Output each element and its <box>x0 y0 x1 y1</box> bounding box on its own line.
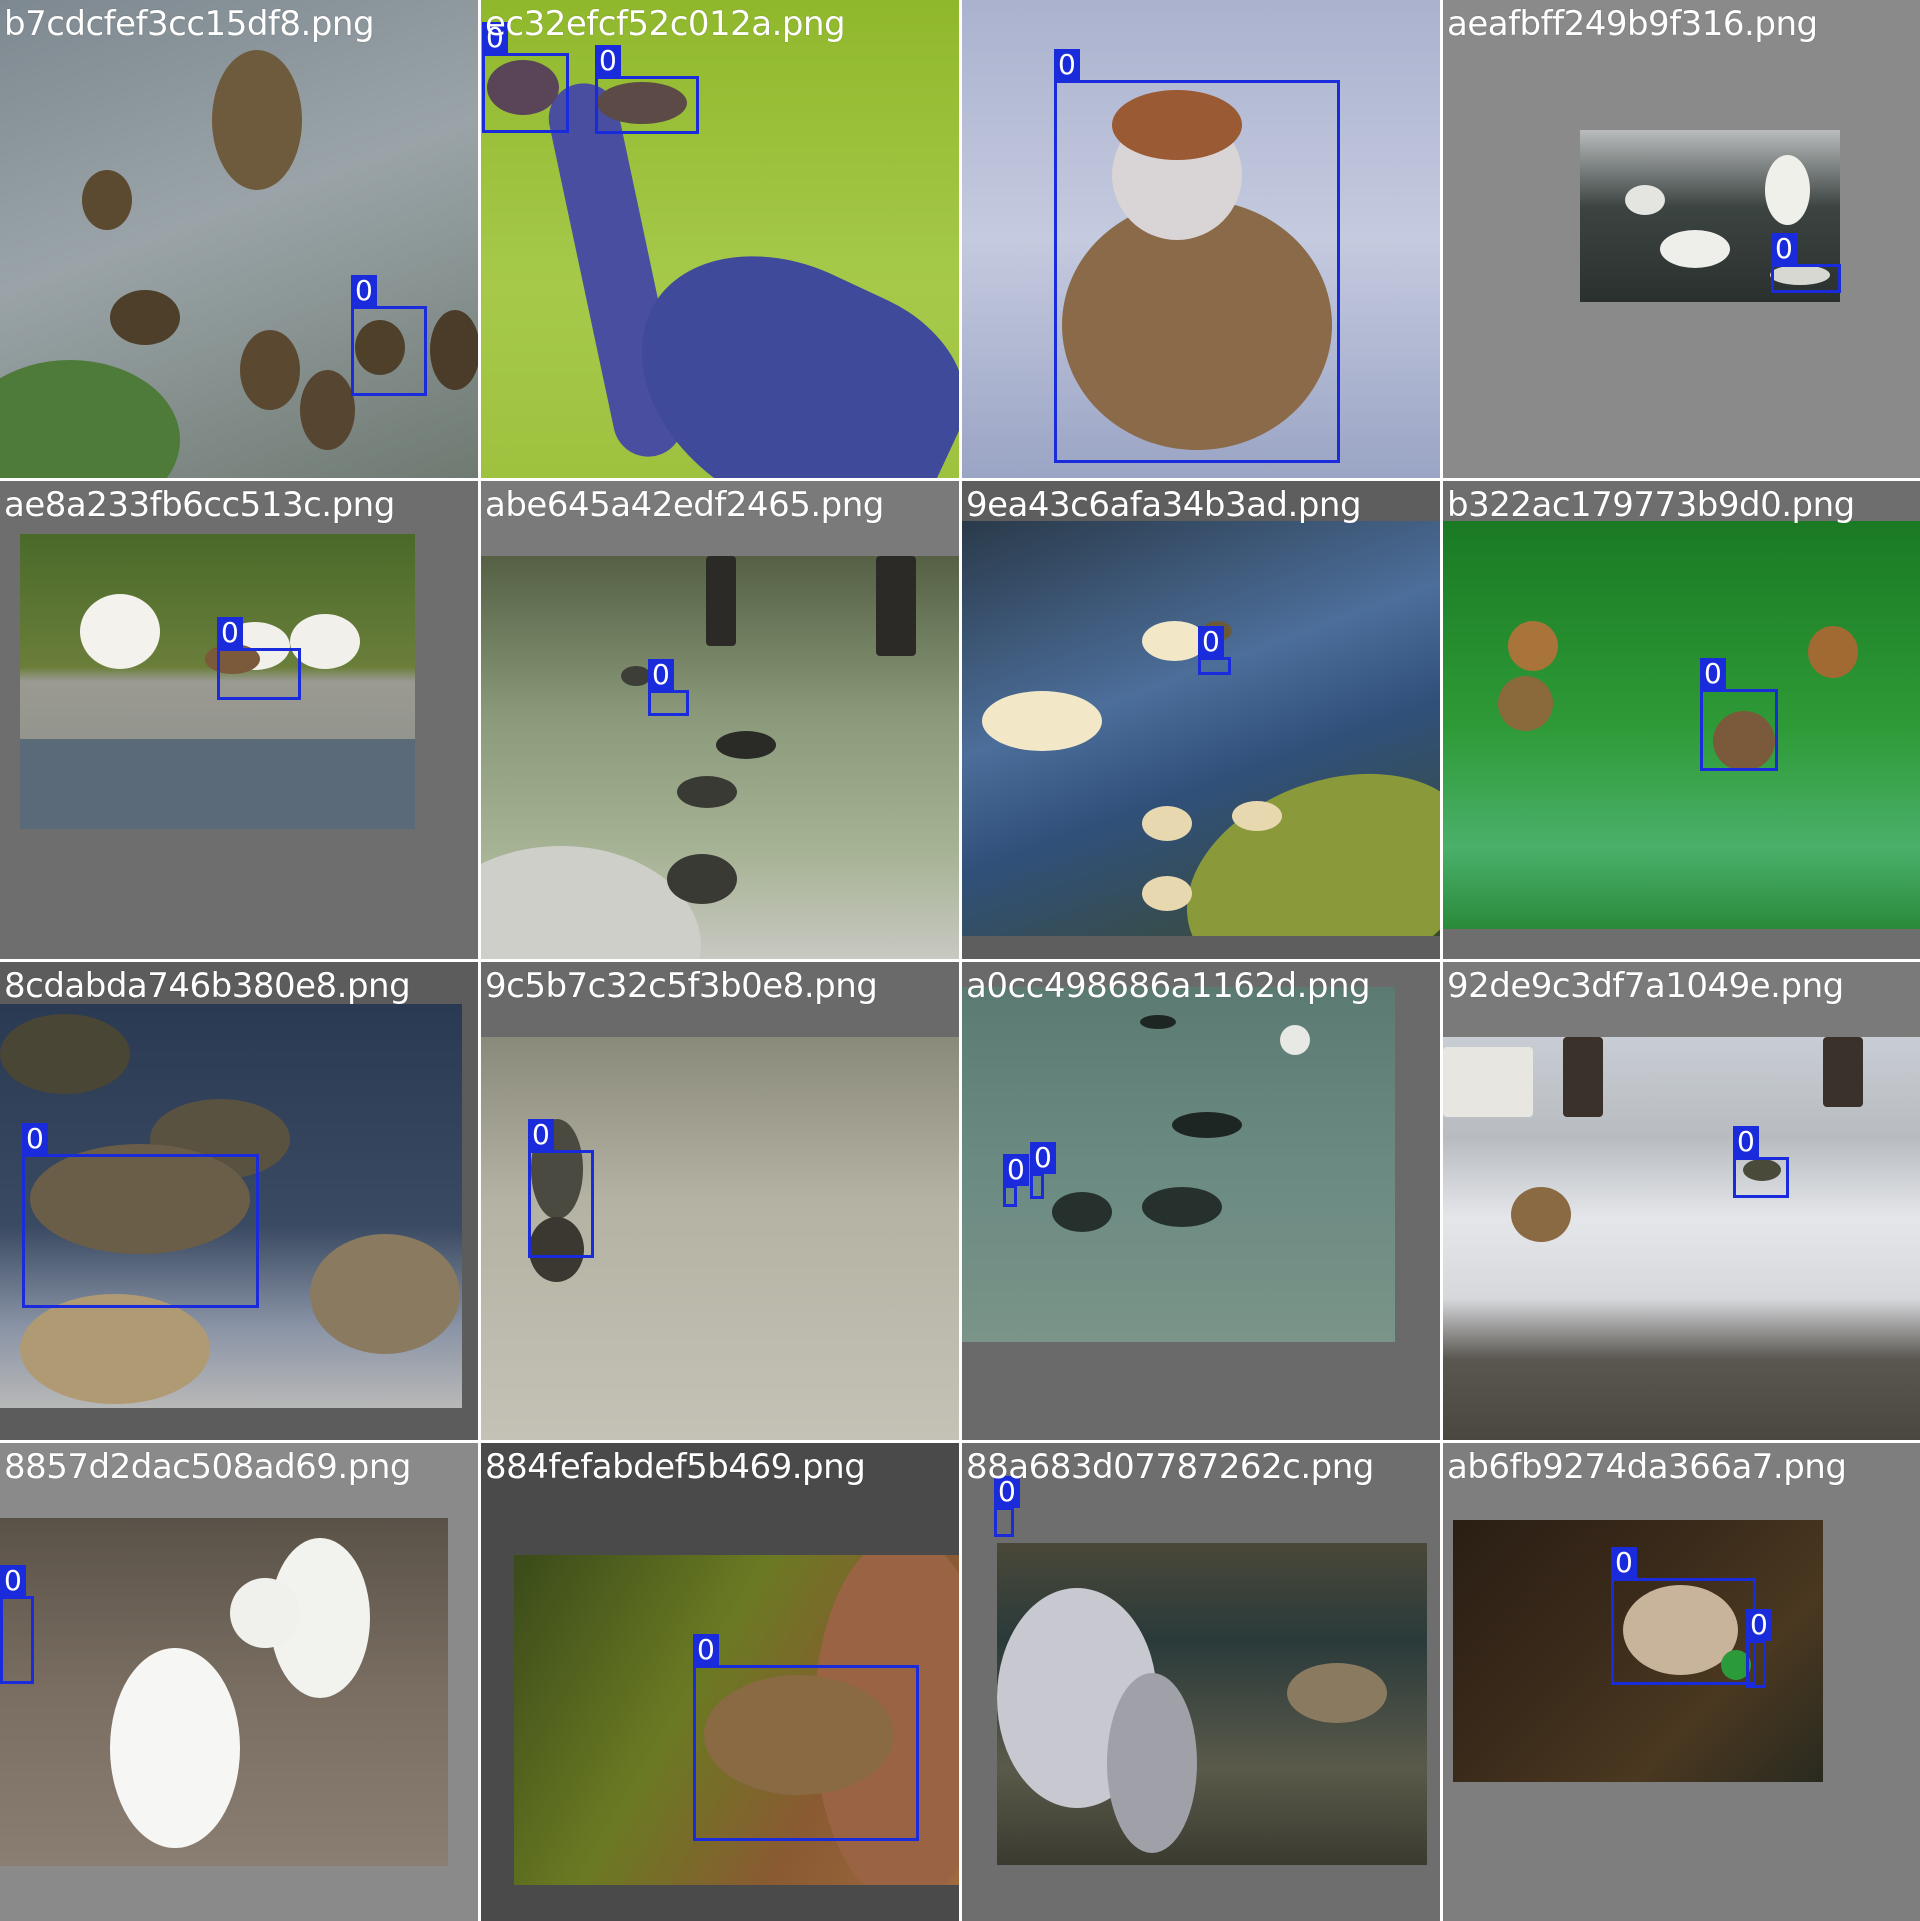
box-label: 0 <box>693 1634 719 1666</box>
tile-filename: 884fefabdef5b469.png <box>485 1447 866 1487</box>
bounding-box: 0 <box>1198 626 1231 675</box>
box-label: 0 <box>22 1123 48 1155</box>
box-label: 0 <box>1746 1609 1772 1641</box>
bounding-box: 0 <box>1746 1609 1772 1688</box>
tile: 0 9c5b7c32c5f3b0e8.png <box>481 962 959 1440</box>
bounding-box: 0 <box>528 1119 594 1258</box>
tile-filename: ec32efcf52c012a.png <box>485 4 846 44</box>
tile-filename: abe645a42edf2465.png <box>485 485 884 525</box>
bounding-box: 0 <box>22 1123 259 1308</box>
bounding-box: 0 <box>1771 233 1841 293</box>
box-label: 0 <box>1700 658 1726 690</box>
tile: 0 <box>962 0 1440 478</box>
tile: 0 92de9c3df7a1049e.png <box>1443 962 1920 1440</box>
tile-filename: b7cdcfef3cc15df8.png <box>4 4 375 44</box>
photo <box>997 1543 1427 1865</box>
photo <box>0 1518 448 1866</box>
bounding-box: 0 <box>693 1634 919 1841</box>
image-grid: 0 b7cdcfef3cc15df8.png 0 0 ec32efcf52c01… <box>0 0 1920 1921</box>
tile: 0 88a683d07787262c.png <box>962 1443 1440 1921</box>
tile: 0 8cdabda746b380e8.png <box>0 962 478 1440</box>
bounding-box: 0 <box>648 659 689 716</box>
tile-filename: aeafbff249b9f316.png <box>1447 4 1818 44</box>
tile: 0 8857d2dac508ad69.png <box>0 1443 478 1921</box>
box-label: 0 <box>351 275 377 307</box>
tile-filename: a0cc498686a1162d.png <box>966 966 1371 1006</box>
bounding-box: 0 <box>1030 1142 1056 1199</box>
box-label: 0 <box>217 617 243 649</box>
tile: 0 0 ec32efcf52c012a.png <box>481 0 959 478</box>
bounding-box: 0 <box>482 22 569 133</box>
tile-filename: 9c5b7c32c5f3b0e8.png <box>485 966 878 1006</box>
box-label: 0 <box>1003 1154 1029 1186</box>
photo <box>0 0 478 478</box>
tile-filename: ae8a233fb6cc513c.png <box>4 485 395 525</box>
box-label: 0 <box>648 659 674 691</box>
bounding-box: 0 <box>1054 49 1340 463</box>
box-label: 0 <box>1771 233 1797 265</box>
tile-filename: 9ea43c6afa34b3ad.png <box>966 485 1362 525</box>
box-label: 0 <box>1054 49 1080 81</box>
bounding-box: 0 <box>217 617 301 700</box>
box-label: 0 <box>528 1119 554 1151</box>
tile: 0 b322ac179773b9d0.png <box>1443 481 1920 959</box>
photo <box>1443 1037 1920 1440</box>
tile-filename: ab6fb9274da366a7.png <box>1447 1447 1847 1487</box>
tile: 0 0 ab6fb9274da366a7.png <box>1443 1443 1920 1921</box>
bounding-box: 0 <box>1611 1547 1756 1685</box>
tile: 0 aeafbff249b9f316.png <box>1443 0 1920 478</box>
tile: 0 9ea43c6afa34b3ad.png <box>962 481 1440 959</box>
tile: 0 ae8a233fb6cc513c.png <box>0 481 478 959</box>
tile: 0 0 a0cc498686a1162d.png <box>962 962 1440 1440</box>
bounding-box: 0 <box>994 1476 1020 1537</box>
tile-filename: 8cdabda746b380e8.png <box>4 966 411 1006</box>
bounding-box: 0 <box>0 1565 34 1684</box>
tile-filename: 88a683d07787262c.png <box>966 1447 1374 1487</box>
photo <box>481 556 959 959</box>
photo <box>1443 521 1920 929</box>
bounding-box: 0 <box>595 45 699 134</box>
photo <box>962 521 1440 936</box>
tile: 0 b7cdcfef3cc15df8.png <box>0 0 478 478</box>
bounding-box: 0 <box>1700 658 1778 771</box>
box-label: 0 <box>1030 1142 1056 1174</box>
box-label: 0 <box>1733 1126 1759 1158</box>
tile-filename: 92de9c3df7a1049e.png <box>1447 966 1844 1006</box>
tile: 0 884fefabdef5b469.png <box>481 1443 959 1921</box>
box-label: 0 <box>1611 1547 1637 1579</box>
bounding-box: 0 <box>1003 1154 1029 1207</box>
box-label: 0 <box>595 45 621 77</box>
tile: 0 abe645a42edf2465.png <box>481 481 959 959</box>
tile-filename: 8857d2dac508ad69.png <box>4 1447 411 1487</box>
box-label: 0 <box>1198 626 1224 658</box>
box-label: 0 <box>0 1565 26 1597</box>
tile-filename: b322ac179773b9d0.png <box>1447 485 1855 525</box>
bounding-box: 0 <box>1733 1126 1789 1198</box>
bounding-box: 0 <box>351 275 427 396</box>
